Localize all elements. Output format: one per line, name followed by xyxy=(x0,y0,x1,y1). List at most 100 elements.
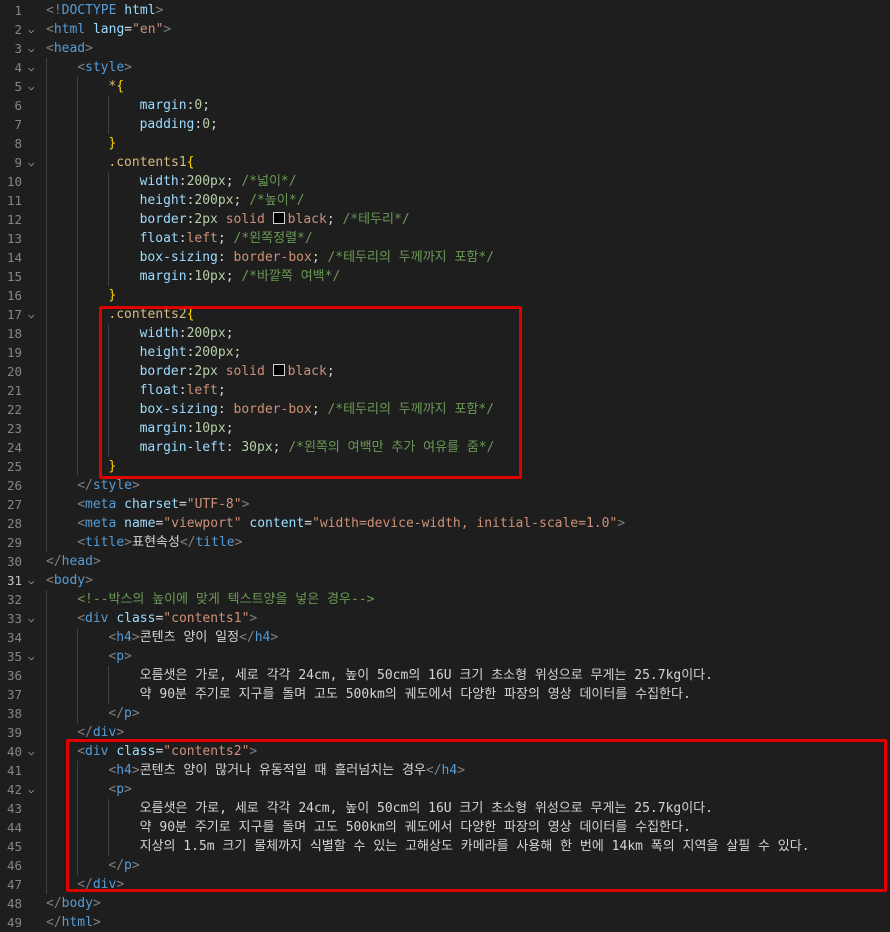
code-line[interactable]: 36 오름샛은 가로, 세로 각각 24cm, 높이 50cm의 16U 크기 초… xyxy=(0,666,890,685)
code-token: width xyxy=(139,174,179,189)
code-line[interactable]: 10 width:200px; /*넓이*/ xyxy=(0,172,890,191)
chevron-down-icon[interactable]: ⌵ xyxy=(28,780,40,799)
line-number: 22 xyxy=(6,402,22,417)
line-number: 12 xyxy=(6,212,22,227)
code-token: body xyxy=(61,896,93,911)
code-token: /*넓이*/ xyxy=(241,174,297,189)
code-text: </html> xyxy=(46,913,101,932)
code-line[interactable]: 27 <meta charset="UTF-8"> xyxy=(0,495,890,514)
code-line[interactable]: 5 ⌵ *{ xyxy=(0,77,890,96)
line-number: 25 xyxy=(6,459,22,474)
code-token: : xyxy=(217,250,234,265)
indent-guide xyxy=(46,875,47,894)
code-line[interactable]: 49 </html> xyxy=(0,913,890,932)
line-number: 28 xyxy=(6,516,22,531)
chevron-down-icon[interactable]: ⌵ xyxy=(28,742,40,761)
line-number: 15 xyxy=(6,269,22,284)
line-number: 29 xyxy=(6,535,22,550)
line-number: 35 xyxy=(6,649,22,664)
code-line[interactable]: 16} xyxy=(0,286,890,305)
line-number: 32 xyxy=(6,592,22,607)
indent-guide xyxy=(46,286,47,305)
code-line[interactable]: 4 ⌵ <style> xyxy=(0,58,890,77)
indent-guide xyxy=(46,153,47,172)
line-number: 42 xyxy=(6,782,22,797)
chevron-down-icon[interactable]: ⌵ xyxy=(28,58,40,77)
chevron-down-icon[interactable]: ⌵ xyxy=(28,77,40,96)
indent-guide xyxy=(77,324,79,343)
code-token: div xyxy=(85,611,109,626)
code-text: padding:0; xyxy=(140,115,218,134)
code-token: 오름샛은 가로, 세로 각각 24cm, 높이 50cm의 16U 크기 초소형… xyxy=(139,668,713,683)
line-number: 2 xyxy=(14,22,22,37)
chevron-down-icon[interactable]: ⌵ xyxy=(28,153,40,172)
code-line[interactable]: 2 ⌵ <html lang="en"> xyxy=(0,20,890,39)
code-line[interactable]: 38 </p> xyxy=(0,704,890,723)
code-token: 2px xyxy=(194,212,218,227)
code-line[interactable]: 6 margin:0; xyxy=(0,96,890,115)
code-text: margin:10px; /*바깥쪽 여백*/ xyxy=(140,267,341,286)
line-number: 26 xyxy=(6,478,22,493)
line-number: 44 xyxy=(6,820,22,835)
line-number: 18 xyxy=(6,326,22,341)
code-line[interactable]: 28 <meta name="viewport" content="width=d… xyxy=(0,514,890,533)
chevron-down-icon[interactable]: ⌵ xyxy=(28,39,40,58)
indent-guide xyxy=(77,666,79,685)
indent-guide xyxy=(46,742,47,761)
code-line[interactable]: 31 ⌵ <body> xyxy=(0,571,890,590)
code-text: } xyxy=(108,134,116,153)
line-number: 27 xyxy=(6,497,22,512)
code-line[interactable]: 32 <!--박스의 높이에 맞게 텍스트양을 넣은 경우--> xyxy=(0,590,890,609)
code-line[interactable]: 37 약 90분 주기로 지구를 돌며 고도 500km의 궤도에서 다양한 파장… xyxy=(0,685,890,704)
chevron-down-icon[interactable]: ⌵ xyxy=(28,571,40,590)
code-line[interactable]: 11 height:200px; /*높이*/ xyxy=(0,191,890,210)
code-token: > xyxy=(163,22,172,37)
line-number: 33 xyxy=(6,611,22,626)
code-line[interactable]: 9 ⌵ .contents1{ xyxy=(0,153,890,172)
code-token: < xyxy=(46,573,54,588)
code-line[interactable]: 15 margin:10px; /*바깥쪽 여백*/ xyxy=(0,267,890,286)
line-number: 19 xyxy=(6,345,22,360)
indent-guide xyxy=(77,115,79,134)
chevron-down-icon[interactable]: ⌵ xyxy=(28,20,40,39)
indent-guide xyxy=(108,172,110,191)
code-token: style xyxy=(92,478,132,493)
code-token: head xyxy=(61,554,93,569)
code-line[interactable]: 14 box-sizing: border-box; /*테두리의 두께까지 포함… xyxy=(0,248,890,267)
indent-guide xyxy=(46,134,47,153)
line-number: 17 xyxy=(6,307,22,322)
indent-guide xyxy=(108,210,110,229)
code-line[interactable]: 3 ⌵ <head> xyxy=(0,39,890,58)
chevron-down-icon[interactable]: ⌵ xyxy=(28,305,40,324)
code-line[interactable]: 12 border:2px solid black; /*테두리*/ xyxy=(0,210,890,229)
code-token: "width=device-width, initial-scale=1.0" xyxy=(312,516,618,531)
color-swatch-icon[interactable] xyxy=(272,212,285,224)
line-number: 39 xyxy=(6,725,22,740)
code-line[interactable]: 29 <title>표현속성</title> xyxy=(0,533,890,552)
code-token: ; xyxy=(225,174,242,189)
code-line[interactable]: 1 <!DOCTYPE html> xyxy=(0,1,890,20)
code-line[interactable]: 7 padding:0; xyxy=(0,115,890,134)
code-line[interactable]: 35 ⌵ <p> xyxy=(0,647,890,666)
indent-guide xyxy=(46,172,47,191)
code-line[interactable]: 30 </head> xyxy=(0,552,890,571)
code-line[interactable]: 34 <h4>콘텐츠 양이 일정</h4> xyxy=(0,628,890,647)
code-token: div xyxy=(92,725,117,740)
indent-guide xyxy=(46,704,47,723)
indent-guide xyxy=(77,229,79,248)
line-number: 20 xyxy=(6,364,22,379)
code-line[interactable]: 33 ⌵ <div class="contents1"> xyxy=(0,609,890,628)
indent-guide xyxy=(77,381,79,400)
chevron-down-icon[interactable]: ⌵ xyxy=(28,647,40,666)
code-line[interactable]: 13 float:left; /*왼쪽정렬*/ xyxy=(0,229,890,248)
chevron-down-icon[interactable]: ⌵ xyxy=(28,609,40,628)
code-token: { xyxy=(116,79,125,94)
code-line[interactable]: 8} xyxy=(0,134,890,153)
code-token: style xyxy=(85,60,125,75)
code-line[interactable]: 48 </body> xyxy=(0,894,890,913)
indent-guide xyxy=(77,248,79,267)
